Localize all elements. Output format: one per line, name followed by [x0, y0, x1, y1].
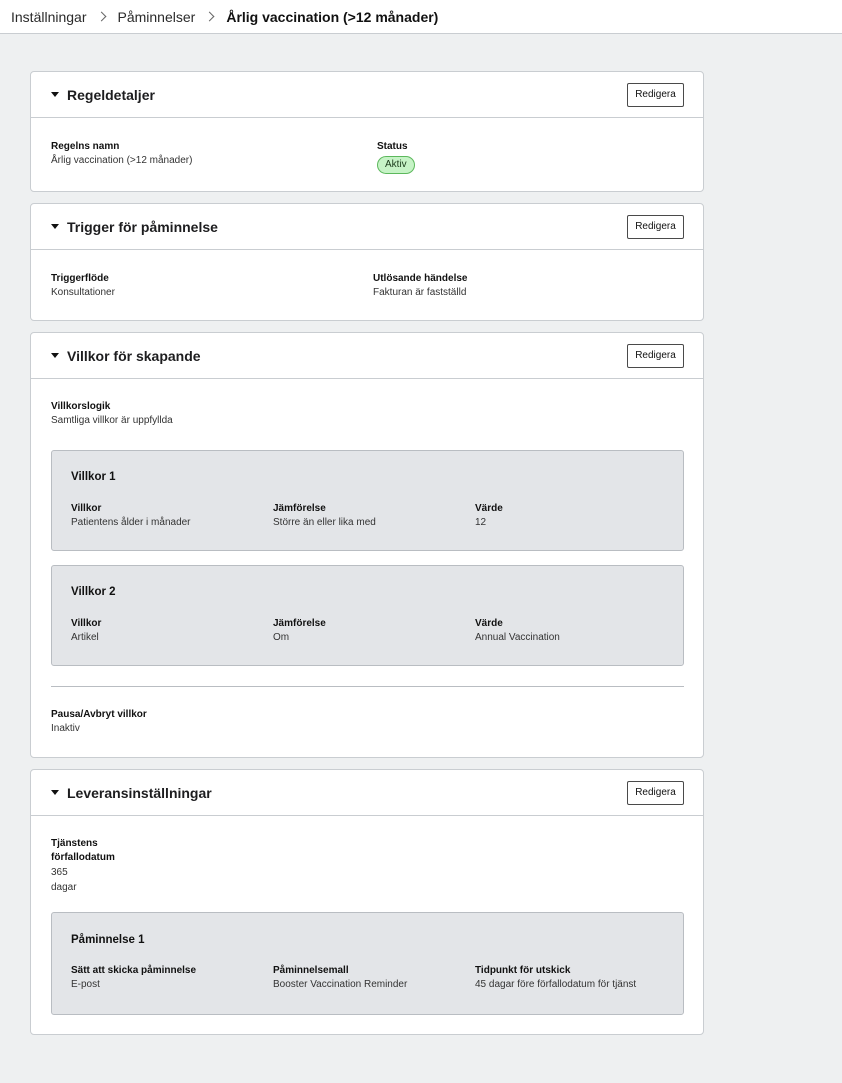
divider	[51, 686, 684, 687]
comparison-value: Större än eller lika med	[273, 517, 376, 528]
edit-trigger-button[interactable]: Redigera	[627, 214, 684, 239]
pause-condition-field: Pausa/Avbryt villkor Inaktiv	[51, 708, 147, 736]
trigger-card: Trigger för påminnelse Redigera Triggerf…	[30, 203, 704, 321]
trigger-flow-label: Triggerflöde	[51, 273, 109, 284]
due-date-label-line2: förfallodatum	[51, 852, 115, 863]
status-label: Status	[377, 141, 408, 152]
breadcrumb-settings[interactable]: Inställningar	[11, 9, 87, 25]
conditions-title-wrap: Villkor för skapande	[51, 348, 201, 364]
value-label: Värde	[475, 618, 503, 629]
rule-details-header[interactable]: Regeldetaljer Redigera	[31, 72, 703, 118]
comparison-label: Jämförelse	[273, 503, 326, 514]
condition-value: Patientens ålder i månader	[71, 517, 191, 528]
value-value: 12	[475, 517, 487, 528]
trigger-flow-value: Konsultationer	[51, 287, 115, 298]
chevron-right-icon	[96, 11, 106, 22]
rule-details-card: Regeldetaljer Redigera Regelns namn Årli…	[30, 71, 704, 192]
rule-details-title-wrap: Regeldetaljer	[51, 87, 155, 103]
caret-down-icon[interactable]	[51, 92, 59, 97]
trigger-event-value: Fakturan är fastställd	[373, 287, 467, 298]
trigger-header[interactable]: Trigger för påminnelse Redigera	[31, 204, 703, 250]
due-date-unit: dagar	[51, 882, 77, 893]
condition-title: Villkor 1	[71, 471, 116, 483]
delivery-title-wrap: Leveransinställningar	[51, 785, 212, 801]
reminder-title: Påminnelse 1	[71, 934, 145, 946]
condition-value: Artikel	[71, 632, 99, 643]
comparison-value: Om	[273, 632, 290, 643]
status-field: Status Aktiv	[377, 140, 415, 174]
condition-logic-label: Villkorslogik	[51, 401, 111, 412]
caret-down-icon[interactable]	[51, 224, 59, 229]
conditions-card: Villkor för skapande Redigera Villkorslo…	[30, 332, 704, 758]
comparison-field: Jämförelse Om	[273, 617, 326, 645]
chevron-right-icon	[204, 11, 215, 22]
comparison-label: Jämförelse	[273, 618, 326, 629]
condition-logic-value: Samtliga villkor är uppfyllda	[51, 415, 173, 426]
caret-down-icon[interactable]	[51, 353, 59, 358]
trigger-title-wrap: Trigger för påminnelse	[51, 219, 218, 235]
condition-label: Villkor	[71, 503, 102, 514]
value-field: Värde 12	[475, 502, 503, 530]
template-label: Påminnelsemall	[273, 965, 349, 976]
edit-delivery-button[interactable]: Redigera	[627, 780, 684, 805]
rule-name-field: Regelns namn Årlig vaccination (>12 måna…	[51, 140, 192, 168]
pause-condition-value: Inaktiv	[51, 723, 80, 734]
send-method-label: Sätt att skicka påminnelse	[71, 965, 197, 976]
breadcrumb-current: Årlig vaccination (>12 månader)	[226, 8, 439, 25]
delivery-card: Leveransinställningar Redigera Tjänstens…	[30, 769, 704, 1035]
trigger-event-label: Utlösande händelse	[373, 273, 468, 284]
comparison-field: Jämförelse Större än eller lika med	[273, 502, 376, 530]
trigger-event-field: Utlösande händelse Fakturan är fastställ…	[373, 272, 467, 300]
send-time-value: 45 dagar före förfallodatum för tjänst	[475, 979, 637, 990]
condition-title: Villkor 2	[71, 586, 116, 598]
template-field: Påminnelsemall Booster Vaccination Remin…	[273, 964, 407, 992]
rule-name-label: Regelns namn	[51, 141, 120, 152]
send-method-field: Sätt att skicka påminnelse E-post	[71, 964, 196, 992]
due-date-value: 365	[51, 867, 68, 878]
rule-name-value: Årlig vaccination (>12 månader)	[51, 155, 193, 166]
pause-condition-label: Pausa/Avbryt villkor	[51, 709, 147, 720]
reminder-box-1: Påminnelse 1 Sätt att skicka påminnelse …	[51, 912, 684, 1015]
caret-down-icon[interactable]	[51, 790, 59, 795]
template-value: Booster Vaccination Reminder	[273, 979, 408, 990]
due-date-label-line1: Tjänstens	[51, 838, 98, 849]
trigger-flow-field: Triggerflöde Konsultationer	[51, 272, 115, 300]
edit-rule-details-button[interactable]: Redigera	[627, 82, 684, 107]
condition-logic-field: Villkorslogik Samtliga villkor är uppfyl…	[51, 400, 173, 428]
delivery-header[interactable]: Leveransinställningar Redigera	[31, 770, 703, 816]
send-method-value: E-post	[71, 979, 100, 990]
condition-box-1: Villkor 1 Villkor Patientens ålder i mån…	[51, 450, 684, 551]
conditions-header[interactable]: Villkor för skapande Redigera	[31, 333, 703, 379]
trigger-title: Trigger för påminnelse	[67, 218, 218, 235]
edit-conditions-button[interactable]: Redigera	[627, 343, 684, 368]
breadcrumb-reminders[interactable]: Påminnelser	[118, 9, 196, 25]
value-field: Värde Annual Vaccination	[475, 617, 560, 645]
condition-label: Villkor	[71, 618, 102, 629]
due-date-field: Tjänstens förfallodatum 365 dagar	[51, 837, 115, 895]
condition-field: Villkor Patientens ålder i månader	[71, 502, 191, 530]
conditions-title: Villkor för skapande	[67, 347, 201, 364]
value-value: Annual Vaccination	[475, 632, 560, 643]
condition-field: Villkor Artikel	[71, 617, 101, 645]
send-time-label: Tidpunkt för utskick	[475, 965, 571, 976]
delivery-title: Leveransinställningar	[67, 784, 212, 801]
breadcrumb: Inställningar Påminnelser Årlig vaccinat…	[0, 0, 842, 34]
status-badge: Aktiv	[377, 156, 415, 174]
value-label: Värde	[475, 503, 503, 514]
rule-details-title: Regeldetaljer	[67, 86, 155, 103]
condition-box-2: Villkor 2 Villkor Artikel Jämförelse Om …	[51, 565, 684, 666]
send-time-field: Tidpunkt för utskick 45 dagar före förfa…	[475, 964, 636, 992]
